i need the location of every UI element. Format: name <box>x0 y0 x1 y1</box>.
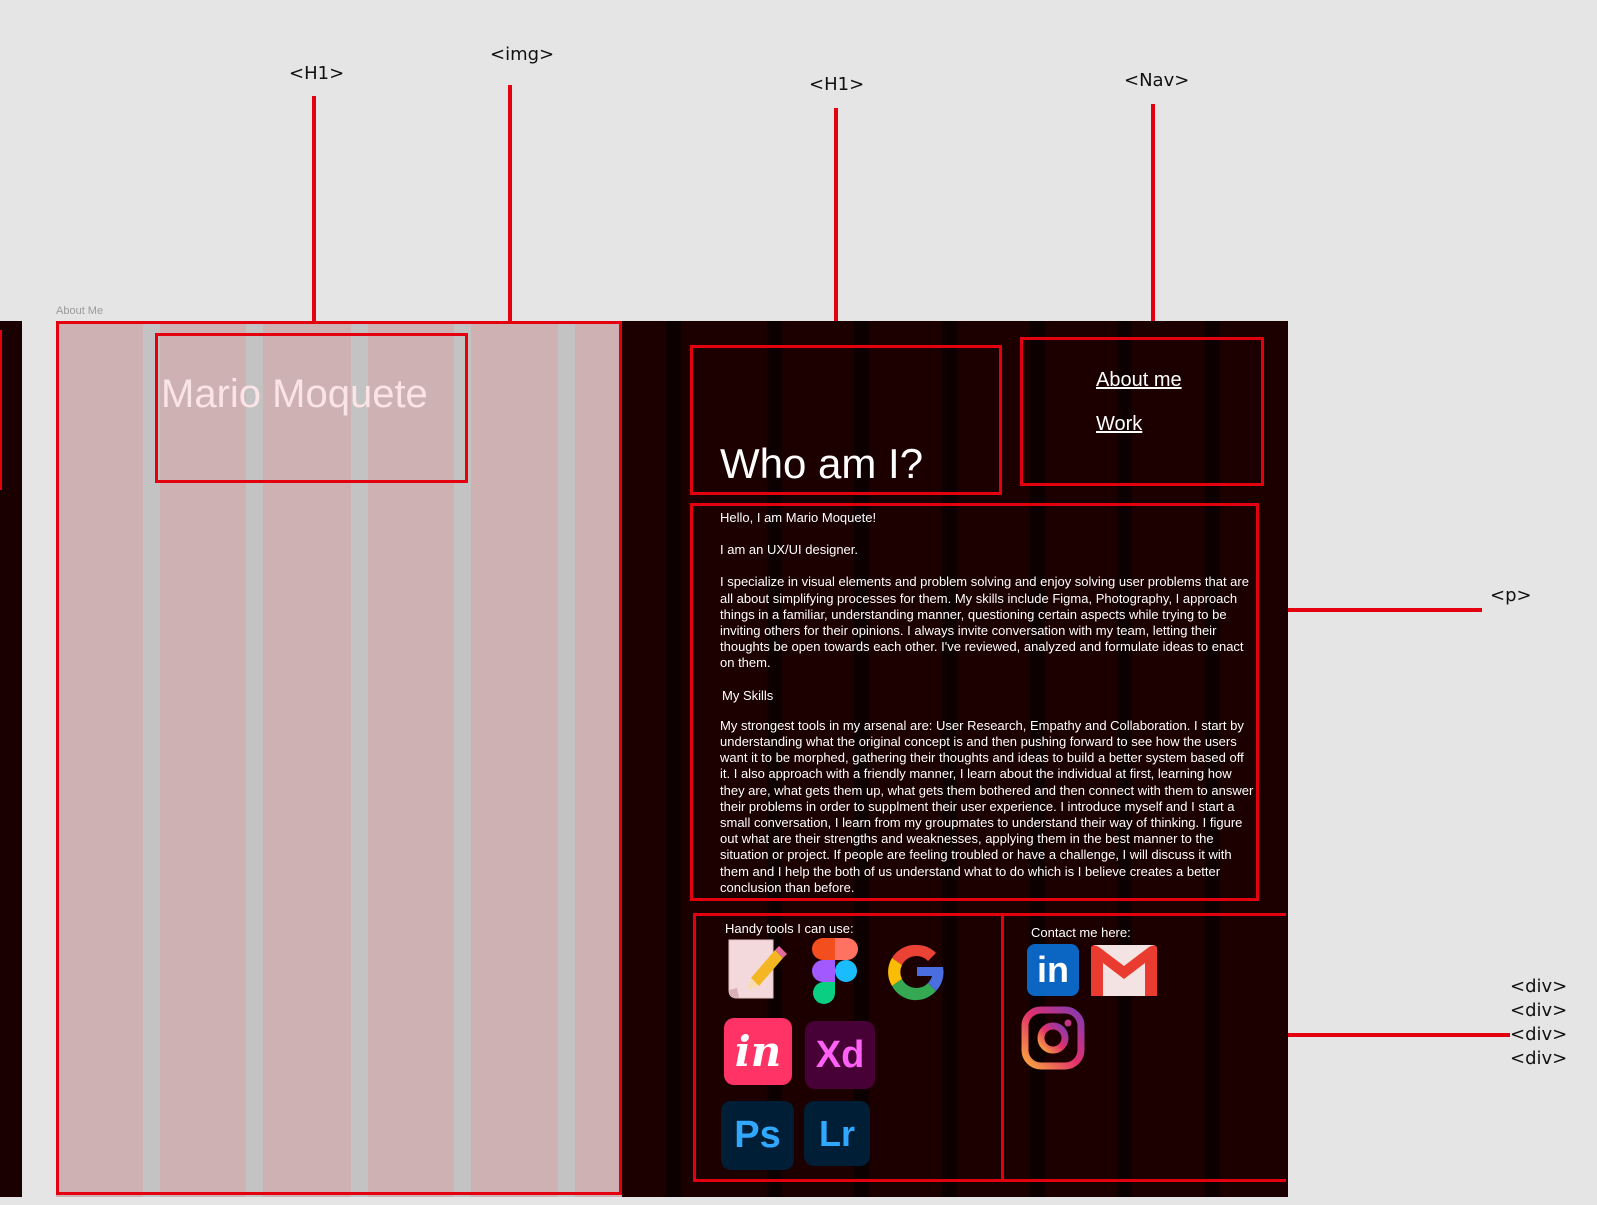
photoshop-icon: Ps <box>721 1101 794 1170</box>
annotation-div-3: <div> <box>1510 1024 1568 1045</box>
gmail-icon[interactable] <box>1091 945 1157 996</box>
annotation-h1-right: <H1> <box>809 74 865 95</box>
frame-label: About Me <box>56 305 104 317</box>
adobe-xd-icon: Xd <box>805 1021 875 1089</box>
connector-nav <box>1151 104 1155 337</box>
annotation-div-1: <div> <box>1510 976 1568 997</box>
google-icon <box>880 935 954 1009</box>
invision-icon: in <box>724 1018 792 1085</box>
instagram-icon[interactable] <box>1021 1006 1085 1070</box>
annotation-p: <p> <box>1490 585 1532 606</box>
connector-h1-left <box>312 96 316 332</box>
adjacent-frame-strip <box>0 321 22 1197</box>
connector-img <box>508 85 512 321</box>
bio-greeting: Hello, I am Mario Moquete! <box>720 510 877 525</box>
skills-heading: My Skills <box>722 687 774 703</box>
page-title: Who am I? <box>720 440 924 487</box>
annotation-nav: <Nav> <box>1124 70 1190 91</box>
nav-link-work[interactable]: Work <box>1096 413 1142 436</box>
linkedin-icon[interactable]: in <box>1027 944 1079 996</box>
nav-outline <box>1020 337 1264 486</box>
annotation-img: <img> <box>490 44 555 65</box>
bio-intro: I specialize in visual elements and prob… <box>720 574 1249 671</box>
tools-label: Handy tools I can use: <box>725 921 854 936</box>
annotation-div-4: <div> <box>1510 1048 1568 1069</box>
skills-text: My strongest tools in my arsenal are: Us… <box>720 717 1254 895</box>
figma-icon <box>812 937 858 1005</box>
connector-p <box>1259 608 1482 612</box>
nav-link-about-me[interactable]: About me <box>1096 369 1182 392</box>
lightroom-icon: Lr <box>804 1101 870 1166</box>
annotation-h1-left: <H1> <box>289 63 345 84</box>
connector-h1-right <box>834 108 838 345</box>
notes-pencil-icon <box>727 938 789 1002</box>
bio-paragraph: Hello, I am Mario Moquete! I am an UX/UI… <box>720 510 1256 896</box>
page-name-heading: Mario Moquete <box>161 372 428 416</box>
bio-role: I am an UX/UI designer. <box>720 542 859 558</box>
annotation-div-2: <div> <box>1510 1000 1568 1021</box>
adjacent-frame-marker <box>0 330 2 490</box>
contact-label: Contact me here: <box>1031 925 1131 940</box>
connector-div <box>1286 1033 1510 1037</box>
